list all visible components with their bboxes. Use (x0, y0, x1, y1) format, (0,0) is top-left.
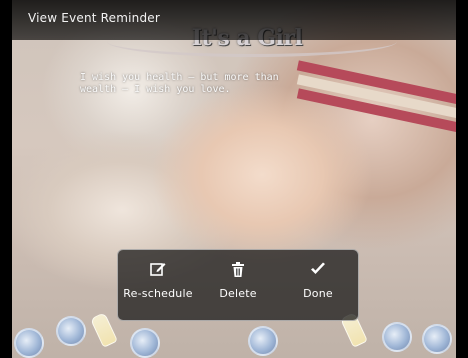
reschedule-label: Re-schedule (123, 287, 193, 300)
rattle-decor (248, 326, 278, 356)
delete-button[interactable]: Delete (198, 250, 278, 320)
trash-icon (232, 262, 244, 277)
rattle-decor (56, 316, 86, 346)
rattle-decor (422, 324, 452, 354)
delete-label: Delete (219, 287, 257, 300)
done-button[interactable]: Done (278, 250, 358, 320)
checkmark-icon (311, 262, 325, 274)
bottle-decor (89, 312, 119, 348)
edit-icon (150, 263, 166, 276)
done-label: Done (303, 287, 333, 300)
rattle-decor (14, 328, 44, 358)
window-title: View Event Reminder (28, 11, 161, 25)
reminder-message: I wish you health – but more than wealth… (80, 72, 279, 95)
reschedule-button[interactable]: Re-schedule (118, 250, 198, 320)
action-panel: Re-schedule Delete Done (117, 249, 359, 321)
title-bar: View Event Reminder (12, 0, 456, 40)
rattle-decor (130, 328, 160, 358)
rattle-decor (382, 322, 412, 352)
